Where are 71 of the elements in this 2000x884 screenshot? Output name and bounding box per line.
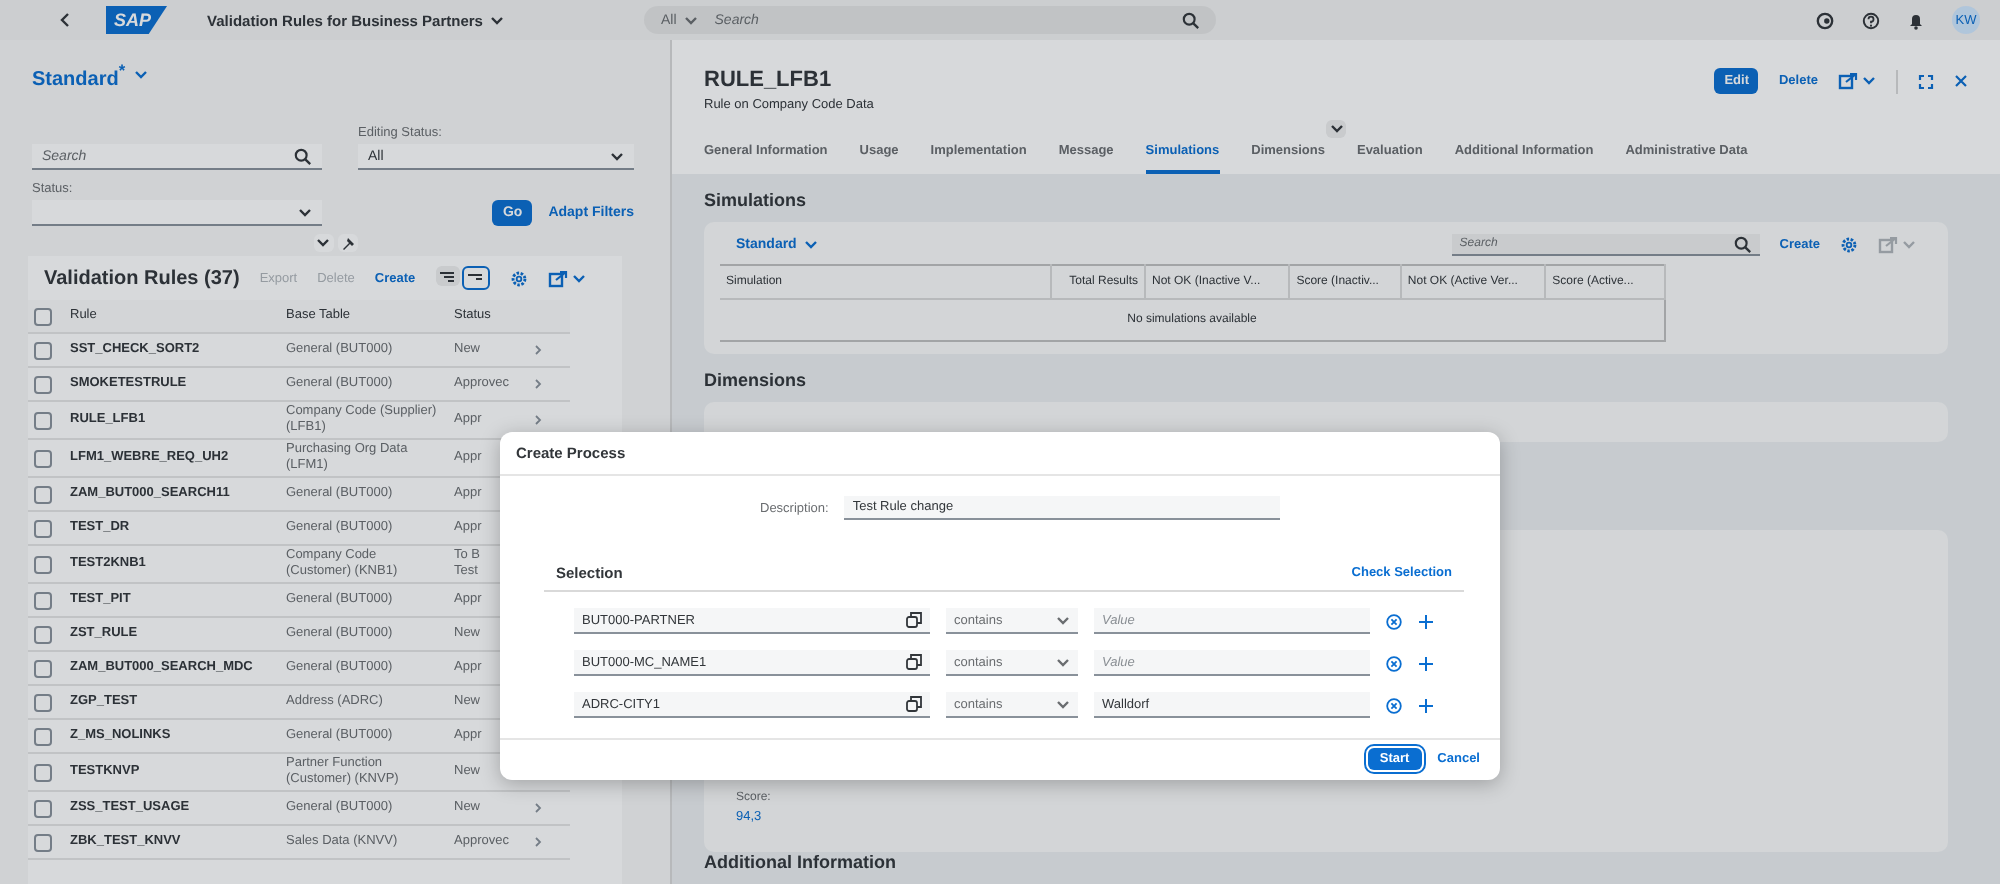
variant-title[interactable]: Standard$^{*}$ — [32, 60, 126, 91]
clear-icon[interactable] — [1386, 655, 1402, 671]
export-icon[interactable] — [547, 269, 568, 288]
caret-icon — [684, 15, 699, 25]
row-checkbox[interactable] — [34, 625, 52, 644]
row-checkbox[interactable] — [34, 659, 52, 678]
chevron-right-icon[interactable] — [534, 344, 542, 357]
section-title: Additional Information — [702, 852, 898, 876]
chevron-up-icon — [316, 238, 330, 249]
clear-icon[interactable] — [1386, 613, 1402, 629]
view-toggle[interactable] — [461, 266, 490, 291]
row-checkbox[interactable] — [34, 591, 52, 610]
table-title: Validation Rules (37) — [44, 267, 240, 290]
caret-icon — [1056, 615, 1070, 625]
settings-icon[interactable] — [1840, 236, 1858, 254]
caret-icon — [490, 15, 505, 25]
search-icon[interactable] — [1182, 11, 1201, 29]
list-icon — [468, 273, 483, 284]
caret-icon — [571, 273, 586, 284]
caret-icon — [133, 70, 148, 81]
bell-icon[interactable] — [1908, 11, 1924, 29]
row-checkbox[interactable] — [34, 449, 52, 468]
row-checkbox[interactable] — [34, 799, 52, 818]
value-help-icon[interactable] — [906, 612, 922, 628]
row-checkbox[interactable] — [34, 485, 52, 504]
close-icon[interactable] — [1954, 74, 1968, 88]
object-title: RULE_LFB1 — [704, 68, 834, 92]
chevron-right-icon[interactable] — [534, 414, 542, 427]
expand-header-button[interactable] — [1326, 120, 1346, 138]
search-icon[interactable] — [1733, 235, 1752, 253]
section-title: Simulations — [702, 188, 809, 214]
caret-icon — [804, 240, 819, 250]
row-checkbox[interactable] — [34, 341, 52, 360]
row-checkbox[interactable] — [34, 833, 52, 852]
value-help-icon[interactable] — [906, 696, 922, 712]
list-icon — [440, 271, 455, 282]
pin-button[interactable] — [337, 234, 357, 253]
view-toggle[interactable] — [435, 266, 460, 287]
select-all-checkbox[interactable] — [34, 307, 52, 326]
pin-icon — [341, 237, 353, 250]
collapse-button[interactable] — [313, 234, 333, 253]
chevron-right-icon[interactable] — [534, 378, 542, 391]
caret-icon — [298, 207, 312, 218]
export-icon[interactable] — [1838, 72, 1858, 90]
add-icon[interactable] — [1418, 613, 1434, 629]
row-checkbox[interactable] — [34, 555, 52, 574]
chevron-right-icon[interactable] — [534, 836, 542, 849]
chevron-right-icon[interactable] — [534, 802, 542, 815]
add-icon[interactable] — [1418, 697, 1434, 713]
row-checkbox[interactable] — [34, 727, 52, 746]
row-checkbox[interactable] — [34, 375, 52, 394]
row-checkbox[interactable] — [34, 763, 52, 782]
search-icon[interactable] — [294, 147, 312, 166]
row-checkbox[interactable] — [34, 411, 52, 430]
add-icon[interactable] — [1418, 655, 1434, 671]
fullscreen-icon[interactable] — [1918, 73, 1934, 89]
caret-icon — [1056, 657, 1070, 667]
clear-icon[interactable] — [1386, 697, 1402, 713]
row-checkbox[interactable] — [34, 519, 52, 538]
logo: SAP — [106, 6, 168, 34]
section-title: Dimensions — [702, 368, 809, 394]
caret-icon — [1056, 699, 1070, 709]
back-icon[interactable] — [60, 12, 70, 28]
row-checkbox[interactable] — [34, 693, 52, 712]
help-icon[interactable] — [1862, 11, 1880, 29]
caret-icon — [610, 151, 624, 162]
settings-icon[interactable] — [509, 269, 528, 288]
value-help-icon[interactable] — [906, 654, 922, 670]
caret-icon — [1862, 76, 1876, 86]
caret-icon — [1902, 240, 1916, 250]
chevron-down-icon — [1329, 124, 1343, 134]
